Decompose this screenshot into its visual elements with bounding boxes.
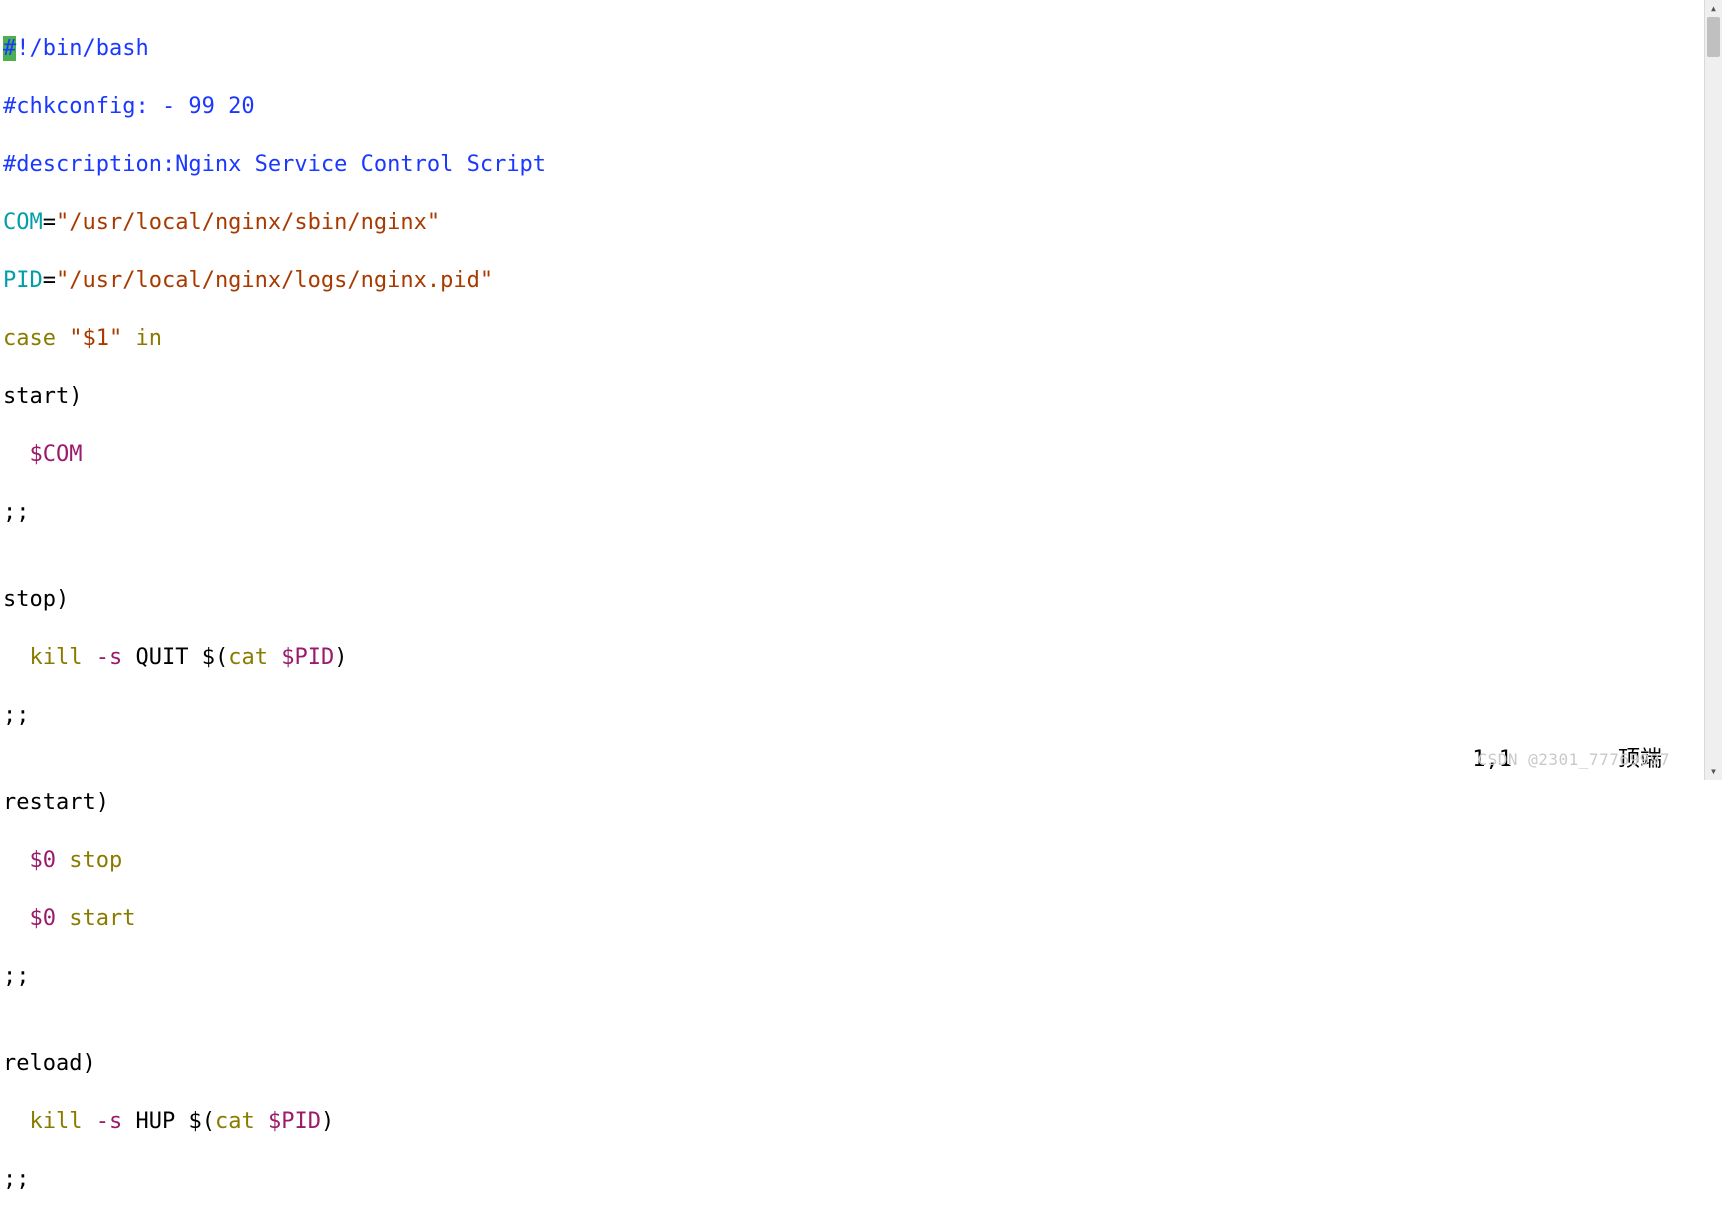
- code-line: ;;: [3, 701, 1692, 730]
- code-line: kill -s QUIT $(cat $PID): [3, 643, 1692, 672]
- scroll-down-button[interactable]: ▾: [1705, 763, 1722, 780]
- arg: stop: [69, 848, 122, 873]
- code-line: PID="/usr/local/nginx/logs/nginx.pid": [3, 266, 1692, 295]
- paren: ): [56, 587, 69, 612]
- case-label: stop: [3, 587, 56, 612]
- code-line: #description:Nginx Service Control Scrip…: [3, 150, 1692, 179]
- code-line: restart): [3, 788, 1692, 817]
- cmd: kill: [30, 1109, 96, 1134]
- vertical-scrollbar[interactable]: ▴ ▾: [1704, 0, 1722, 780]
- code-line: reload): [3, 1049, 1692, 1078]
- space: [122, 326, 135, 351]
- paren: ): [82, 1051, 95, 1076]
- space: [56, 906, 69, 931]
- case-label: restart: [3, 790, 96, 815]
- arg: start: [69, 906, 135, 931]
- shebang: !/bin/bash: [16, 36, 148, 61]
- string: "/usr/local/nginx/sbin/nginx": [56, 210, 440, 235]
- indent: [3, 442, 30, 467]
- indent: [3, 906, 30, 931]
- cmd: cat: [215, 1109, 255, 1134]
- paren: ): [96, 790, 109, 815]
- paren: ): [334, 645, 347, 670]
- paren: ): [321, 1109, 334, 1134]
- string: "/usr/local/nginx/logs/nginx.pid": [56, 268, 493, 293]
- code-line: $COM: [3, 440, 1692, 469]
- cursor-position: 1,1: [1472, 747, 1512, 772]
- scroll-position: 顶端: [1618, 747, 1662, 772]
- code-line: $0 start: [3, 904, 1692, 933]
- case-label: start: [3, 384, 69, 409]
- var-ref: $PID: [281, 645, 334, 670]
- spacer: [1512, 747, 1618, 772]
- indent: [3, 645, 30, 670]
- indent: [3, 1109, 30, 1134]
- scroll-thumb[interactable]: [1707, 17, 1720, 57]
- code-line: ;;: [3, 962, 1692, 991]
- op: =: [43, 268, 56, 293]
- code-line: kill -s HUP $(cat $PID): [3, 1107, 1692, 1136]
- case-label: reload: [3, 1051, 82, 1076]
- text: HUP $(: [122, 1109, 215, 1134]
- cmd: cat: [228, 645, 268, 670]
- vim-status-bar: 1,1 顶端: [1446, 716, 1662, 774]
- code-line: ;;: [3, 498, 1692, 527]
- cursor: #: [3, 36, 16, 61]
- code-line: ;;: [3, 1165, 1692, 1194]
- var-ref: $COM: [30, 442, 83, 467]
- space: [56, 326, 69, 351]
- var-ref: $PID: [268, 1109, 321, 1134]
- var-ref: $0: [30, 906, 57, 931]
- keyword: case: [3, 326, 56, 351]
- code-line: #chkconfig: - 99 20: [3, 92, 1692, 121]
- scroll-up-button[interactable]: ▴: [1705, 0, 1722, 17]
- flag: -s: [96, 1109, 123, 1134]
- flag: -s: [96, 645, 123, 670]
- space: [268, 645, 281, 670]
- var-name: COM: [3, 210, 43, 235]
- code-line: stop): [3, 585, 1692, 614]
- paren: ): [69, 384, 82, 409]
- op: =: [43, 210, 56, 235]
- code-editor[interactable]: #!/bin/bash #chkconfig: - 99 20 #descrip…: [3, 5, 1692, 1223]
- code-line: $0 stop: [3, 846, 1692, 875]
- text: QUIT $(: [122, 645, 228, 670]
- var-ref: $0: [30, 848, 57, 873]
- keyword: in: [135, 326, 162, 351]
- code-line: COM="/usr/local/nginx/sbin/nginx": [3, 208, 1692, 237]
- code-line: case "$1" in: [3, 324, 1692, 353]
- space: [56, 848, 69, 873]
- code-line: start): [3, 382, 1692, 411]
- space: [255, 1109, 268, 1134]
- code-line: #!/bin/bash: [3, 34, 1692, 63]
- string: "$1": [69, 326, 122, 351]
- cmd: kill: [30, 645, 96, 670]
- var-name: PID: [3, 268, 43, 293]
- indent: [3, 848, 30, 873]
